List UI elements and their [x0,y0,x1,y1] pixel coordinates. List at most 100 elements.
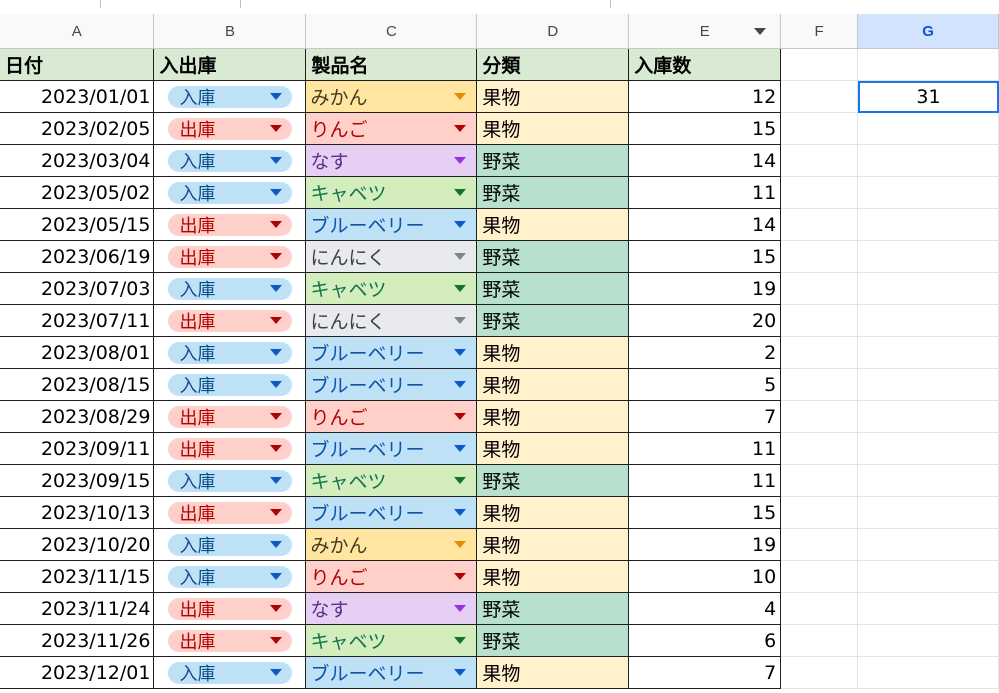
dropdown-caret-icon[interactable] [270,381,283,388]
category-cell[interactable]: 果物 [476,432,630,465]
direction-chip[interactable]: 入庫 [168,565,293,589]
product-cell[interactable]: みかん [305,80,478,113]
dropdown-caret-icon[interactable] [454,381,467,388]
direction-cell[interactable]: 入庫 [153,272,307,305]
empty-cell[interactable] [857,368,999,401]
filter-dropdown-icon[interactable] [754,28,767,35]
direction-cell[interactable]: 入庫 [153,336,307,369]
direction-chip[interactable]: 出庫 [168,437,293,461]
dropdown-caret-icon[interactable] [270,541,283,548]
product-dropdown[interactable]: ブルーベリー [306,337,475,368]
column-header-a[interactable]: A [0,14,155,49]
date-cell[interactable]: 2023/02/05 [0,112,155,145]
direction-cell[interactable]: 出庫 [153,592,307,625]
dropdown-caret-icon[interactable] [270,477,283,484]
category-cell[interactable]: 果物 [476,112,630,145]
qty-cell[interactable]: 7 [628,400,782,433]
date-cell[interactable]: 2023/01/01 [0,80,155,113]
category-cell[interactable]: 果物 [476,496,630,529]
dropdown-caret-icon[interactable] [270,221,283,228]
product-dropdown[interactable]: りんご [306,113,475,144]
empty-cell[interactable] [857,432,999,465]
empty-cell[interactable] [857,176,999,209]
header-product[interactable]: 製品名 [305,48,478,81]
empty-cell[interactable] [780,368,859,401]
direction-cell[interactable]: 出庫 [153,496,307,529]
empty-cell[interactable] [780,240,859,273]
date-cell[interactable]: 2023/10/20 [0,528,155,561]
empty-cell[interactable] [857,560,999,593]
date-cell[interactable]: 2023/11/15 [0,560,155,593]
direction-chip[interactable]: 出庫 [168,213,293,237]
header-date[interactable]: 日付 [0,48,155,81]
direction-chip[interactable]: 出庫 [168,245,293,269]
dropdown-caret-icon[interactable] [270,573,283,580]
empty-cell[interactable] [857,464,999,497]
date-cell[interactable]: 2023/06/19 [0,240,155,273]
direction-cell[interactable]: 出庫 [153,240,307,273]
product-cell[interactable]: ブルーベリー [305,496,478,529]
dropdown-caret-icon[interactable] [270,413,283,420]
direction-cell[interactable]: 入庫 [153,368,307,401]
date-cell[interactable]: 2023/07/11 [0,304,155,337]
empty-cell[interactable] [780,656,859,689]
empty-cell[interactable] [780,464,859,497]
date-cell[interactable]: 2023/11/24 [0,592,155,625]
category-cell[interactable]: 野菜 [476,272,630,305]
dropdown-caret-icon[interactable] [454,285,467,292]
qty-cell[interactable]: 19 [628,272,782,305]
product-dropdown[interactable]: みかん [306,529,475,560]
empty-cell[interactable] [780,112,859,145]
product-dropdown[interactable]: みかん [306,81,475,112]
dropdown-caret-icon[interactable] [454,573,467,580]
column-header-f[interactable]: F [780,14,859,49]
empty-cell[interactable] [857,144,999,177]
empty-cell[interactable] [780,336,859,369]
product-dropdown[interactable]: キャベツ [306,625,475,656]
dropdown-caret-icon[interactable] [454,477,467,484]
qty-cell[interactable]: 19 [628,528,782,561]
product-cell[interactable]: なす [305,144,478,177]
product-cell[interactable]: みかん [305,528,478,561]
qty-cell[interactable]: 20 [628,304,782,337]
category-cell[interactable]: 野菜 [476,144,630,177]
direction-cell[interactable]: 出庫 [153,112,307,145]
qty-cell[interactable]: 15 [628,496,782,529]
product-dropdown[interactable]: キャベツ [306,465,475,496]
product-cell[interactable]: キャベツ [305,624,478,657]
qty-cell[interactable]: 14 [628,144,782,177]
direction-chip[interactable]: 出庫 [168,309,293,333]
category-cell[interactable]: 果物 [476,560,630,593]
direction-chip[interactable]: 出庫 [168,501,293,525]
empty-cell[interactable] [857,496,999,529]
empty-cell[interactable] [780,432,859,465]
direction-chip[interactable]: 入庫 [168,277,293,301]
direction-cell[interactable]: 出庫 [153,432,307,465]
qty-cell[interactable]: 7 [628,656,782,689]
empty-cell[interactable] [857,528,999,561]
direction-cell[interactable]: 出庫 [153,208,307,241]
empty-cell[interactable] [857,240,999,273]
direction-chip[interactable]: 入庫 [168,533,293,557]
dropdown-caret-icon[interactable] [454,317,467,324]
empty-cell[interactable] [857,336,999,369]
category-cell[interactable]: 果物 [476,208,630,241]
product-dropdown[interactable]: にんにく [306,241,475,272]
product-dropdown[interactable]: ブルーベリー [306,433,475,464]
dropdown-caret-icon[interactable] [270,285,283,292]
product-cell[interactable]: ブルーベリー [305,432,478,465]
qty-cell[interactable]: 11 [628,464,782,497]
empty-cell[interactable] [857,400,999,433]
direction-cell[interactable]: 入庫 [153,176,307,209]
direction-chip[interactable]: 入庫 [168,149,293,173]
product-cell[interactable]: なす [305,592,478,625]
date-cell[interactable]: 2023/05/02 [0,176,155,209]
direction-chip[interactable]: 入庫 [168,181,293,205]
direction-chip[interactable]: 入庫 [168,469,293,493]
category-cell[interactable]: 野菜 [476,592,630,625]
qty-cell[interactable]: 15 [628,240,782,273]
empty-cell[interactable] [780,592,859,625]
dropdown-caret-icon[interactable] [270,125,283,132]
empty-cell[interactable] [857,304,999,337]
date-cell[interactable]: 2023/03/04 [0,144,155,177]
